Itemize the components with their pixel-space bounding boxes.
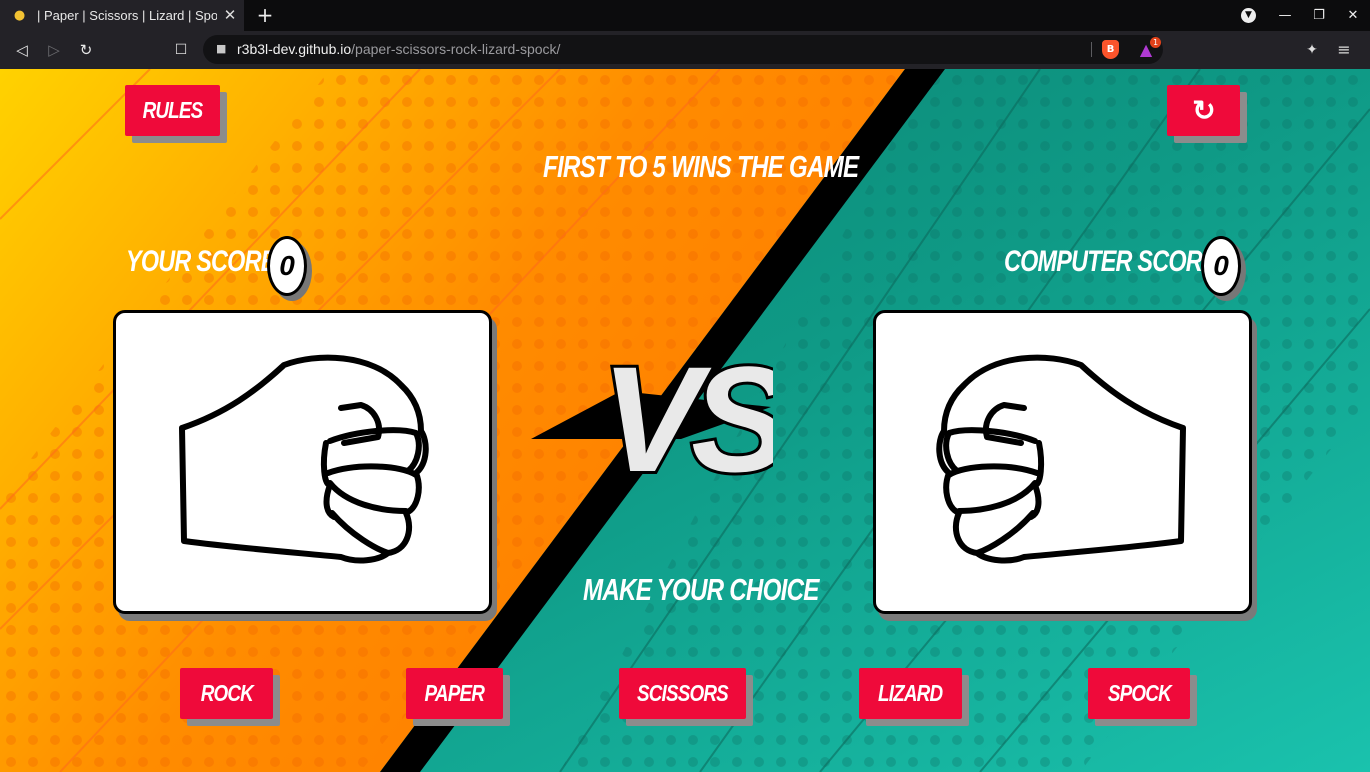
url-host: r3b3l-dev.github.io xyxy=(237,41,352,57)
url-separator xyxy=(1091,42,1092,57)
choice-scissors-label: SCISSORS xyxy=(637,680,729,706)
extensions-puzzle-icon[interactable]: ✦ xyxy=(1302,40,1322,60)
brave-shields-icon[interactable]: B xyxy=(1102,40,1119,59)
back-icon[interactable]: ◁ xyxy=(12,40,32,60)
choice-spock-label: SPOCK xyxy=(1107,680,1172,706)
url-path: /paper-scissors-rock-lizard-spock/ xyxy=(351,41,561,57)
menu-icon[interactable]: ≡ xyxy=(1334,40,1354,60)
choice-prompt: MAKE YOUR CHOICE xyxy=(583,572,819,607)
browser-tab[interactable]: ● | Paper | Scissors | Lizard | Spock ✕ xyxy=(0,0,244,31)
restore-icon[interactable]: ❐ xyxy=(1302,8,1336,23)
browser-toolbar: ◁ ▷ ↻ ☐ ■ r3b3l-dev.github.io/paper-scis… xyxy=(0,31,1370,69)
fist-favicon-icon: ● xyxy=(13,8,26,23)
choice-lizard-button[interactable]: LIZARD xyxy=(859,668,962,719)
player-hand-card xyxy=(113,310,492,614)
choice-paper-button[interactable]: PAPER xyxy=(406,668,503,719)
choice-rock-button[interactable]: ROCK xyxy=(180,668,273,719)
vs-emblem: VS xyxy=(531,332,773,503)
player-score-badge: 0 xyxy=(267,236,307,296)
close-window-icon[interactable]: ✕ xyxy=(1336,8,1370,23)
minimize-icon[interactable]: — xyxy=(1268,8,1302,23)
tab-title: | Paper | Scissors | Lizard | Spock xyxy=(37,8,217,23)
vs-label: VS xyxy=(601,335,773,503)
address-bar[interactable]: ■ r3b3l-dev.github.io/paper-scissors-roc… xyxy=(203,35,1163,64)
choice-lizard-label: LIZARD xyxy=(878,680,943,706)
choice-scissors-button[interactable]: SCISSORS xyxy=(619,668,746,719)
restart-icon: ↻ xyxy=(1192,95,1215,126)
tab-search-icon[interactable]: ▼ xyxy=(1241,8,1256,23)
computer-hand-card xyxy=(873,310,1252,614)
choice-rock-label: ROCK xyxy=(200,680,253,706)
computer-score-badge: 0 xyxy=(1201,236,1241,296)
forward-icon[interactable]: ▷ xyxy=(44,40,64,60)
computer-score-value: 0 xyxy=(1213,250,1229,281)
game-page: RULES ↻ FIRST TO 5 WINS THE GAME YOUR SC… xyxy=(0,69,1370,772)
url-text[interactable]: r3b3l-dev.github.io/paper-scissors-rock-… xyxy=(237,41,560,57)
close-tab-icon[interactable]: ✕ xyxy=(222,7,238,23)
player-score-label: YOUR SCORE: xyxy=(126,245,283,278)
bookmark-icon[interactable]: ☐ xyxy=(172,40,190,60)
rules-button[interactable]: RULES xyxy=(125,85,220,136)
computer-rock-fist-icon xyxy=(936,354,1186,564)
new-tab-icon[interactable]: + xyxy=(254,4,276,26)
window-controls: ▼ — ❐ ✕ xyxy=(1241,0,1370,31)
restart-button[interactable]: ↻ xyxy=(1167,85,1240,136)
computer-score-label: COMPUTER SCORE: xyxy=(1004,245,1224,278)
reload-icon[interactable]: ↻ xyxy=(76,40,96,60)
choice-spock-button[interactable]: SPOCK xyxy=(1088,668,1190,719)
browser-tab-strip: ● | Paper | Scissors | Lizard | Spock ✕ … xyxy=(0,0,1370,31)
game-headline: FIRST TO 5 WINS THE GAME xyxy=(543,149,859,184)
rewards-badge: 1 xyxy=(1150,37,1161,48)
player-score-value: 0 xyxy=(279,250,295,281)
player-rock-fist-icon xyxy=(179,354,429,564)
lock-icon: ■ xyxy=(216,42,227,55)
rules-label: RULES xyxy=(142,97,204,123)
choice-paper-label: PAPER xyxy=(424,680,485,706)
